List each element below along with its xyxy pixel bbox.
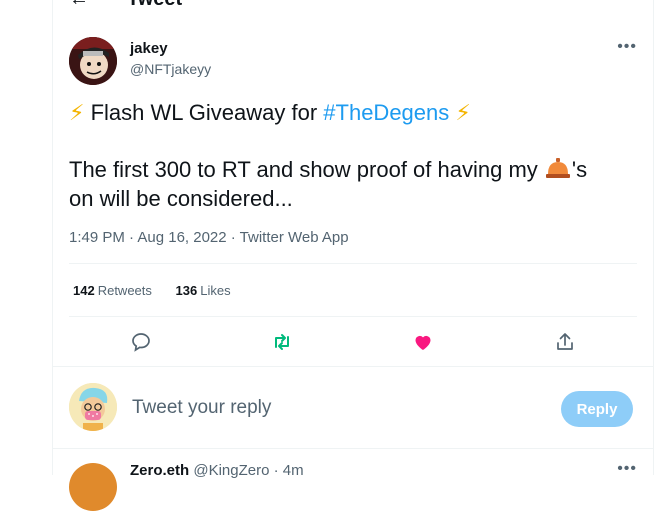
user-avatar[interactable]	[69, 383, 117, 431]
more-options-icon[interactable]: •••	[617, 38, 637, 56]
author-handle[interactable]: @NFTjakeyy	[130, 61, 211, 77]
divider	[53, 366, 653, 367]
tweet-actions	[53, 328, 653, 356]
page-header: ← Tweet	[53, 0, 653, 14]
tweet-line-2-suffix: 's	[571, 157, 588, 182]
next-tweet-time[interactable]: · 4m	[274, 462, 304, 479]
tweet-timestamp[interactable]: 1:49 PM · Aug 16, 2022 · Twitter Web App	[69, 229, 349, 246]
reply-button[interactable]: Reply	[561, 391, 633, 427]
reply-input[interactable]: Tweet your reply	[132, 397, 271, 419]
retweet-icon[interactable]	[270, 330, 294, 354]
tweet-column: ← Tweet jakey @NFTjakeyy ••• ⚡ Flash WL …	[52, 0, 654, 511]
arrow-left-icon[interactable]: ←	[69, 0, 89, 11]
retweets-stat[interactable]: 142 Retweets	[73, 283, 152, 298]
lightning-icon: ⚡	[455, 100, 471, 125]
retweets-count: 142	[73, 283, 95, 298]
next-tweet-author-name[interactable]: Zero.eth	[130, 462, 189, 479]
likes-stat[interactable]: 136 Likes	[176, 283, 231, 298]
tweet-line-2: The first 300 to RT and show proof of ha…	[69, 157, 544, 182]
next-tweet-avatar[interactable]	[69, 463, 117, 511]
like-icon[interactable]	[411, 330, 435, 354]
author-avatar[interactable]	[69, 37, 117, 85]
tweet-text: ⚡ Flash WL Giveaway for #TheDegens ⚡ The…	[69, 98, 629, 213]
divider	[69, 316, 637, 317]
divider	[53, 448, 653, 449]
likes-count: 136	[175, 283, 198, 298]
next-tweet-handle[interactable]: @KingZero	[193, 462, 269, 479]
page-title: Tweet	[127, 0, 182, 11]
author-name[interactable]: jakey	[130, 40, 168, 57]
tweet-line-1: Flash WL Giveaway for	[90, 100, 324, 125]
tweet-stats: 142 Retweets 136 Likes	[73, 283, 251, 298]
bell-icon	[545, 158, 570, 178]
next-tweet-header: Zero.eth @KingZero · 4m	[130, 462, 304, 479]
more-options-icon[interactable]: •••	[617, 460, 637, 478]
retweets-label: Retweets	[97, 283, 152, 298]
hashtag-link[interactable]: #TheDegens	[323, 100, 449, 125]
tweet-line-3: on will be considered...	[69, 186, 293, 211]
divider	[69, 263, 637, 264]
lightning-icon: ⚡	[69, 100, 85, 125]
likes-label: Likes	[200, 283, 231, 298]
share-icon[interactable]	[553, 330, 577, 354]
reply-icon[interactable]	[129, 330, 153, 354]
